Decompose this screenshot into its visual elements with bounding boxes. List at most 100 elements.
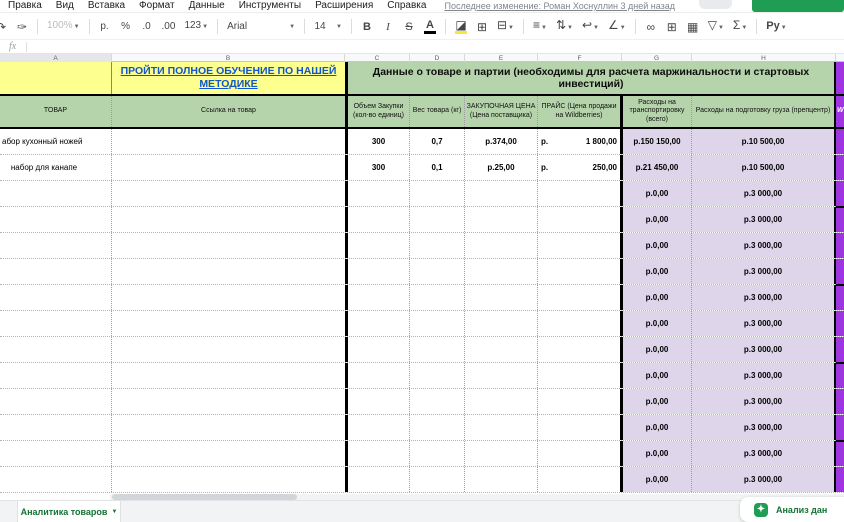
column-header-e[interactable]: E	[465, 54, 538, 62]
addon-button[interactable]: Ру▼	[766, 19, 786, 35]
increase-decimals-button[interactable]: .00	[162, 20, 176, 34]
header-prep-cost[interactable]: Расходы на подготовку груза (препцентр)	[692, 96, 834, 127]
cell-i-clipped[interactable]	[836, 363, 844, 388]
cell-product-link[interactable]	[112, 467, 345, 492]
section-title-cell[interactable]: Данные о товаре и партии (необходимы для…	[348, 62, 834, 94]
cell-volume[interactable]: 300	[348, 129, 410, 154]
cell-i1[interactable]	[836, 62, 844, 94]
italic-button[interactable]: I	[382, 20, 394, 34]
cell-weight[interactable]	[410, 467, 465, 492]
cell-product[interactable]: набор для канапе	[0, 155, 112, 180]
cell-transport-cost[interactable]: р.0,00	[623, 441, 692, 466]
cell-purchase-price[interactable]: р.374,00	[465, 129, 538, 154]
cell-product[interactable]: абор кухонный ножей	[0, 129, 112, 154]
cell-weight[interactable]	[410, 233, 465, 258]
cell-weight[interactable]	[410, 389, 465, 414]
font-select[interactable]: Arial	[227, 20, 279, 34]
cell-purchase-price[interactable]	[465, 181, 538, 206]
cell-price[interactable]	[538, 285, 620, 310]
cell-product-link[interactable]	[112, 207, 345, 232]
text-rotation-icon[interactable]: ∠▼	[608, 18, 626, 35]
cell-prep-cost[interactable]: р.3 000,00	[692, 337, 834, 362]
insert-link-icon[interactable]: ∞	[645, 20, 657, 34]
sheet-tab-active[interactable]: Аналитика товаров ▼	[17, 501, 121, 522]
cell-transport-cost[interactable]: р.21 450,00	[623, 155, 692, 180]
column-header-d[interactable]: D	[410, 54, 465, 62]
cell-price[interactable]	[538, 441, 620, 466]
header-product-link[interactable]: Ссылка на товар	[112, 96, 345, 127]
redo-icon[interactable]: ↷	[0, 20, 7, 34]
font-size-select[interactable]: 14	[314, 20, 326, 34]
cell-i-clipped[interactable]	[836, 337, 844, 362]
last-edit-link[interactable]: Последнее изменение: Роман Хоснуллин 3 д…	[444, 0, 675, 12]
cell-price[interactable]	[538, 389, 620, 414]
cell-product-link[interactable]	[112, 363, 345, 388]
bold-button[interactable]: B	[361, 20, 373, 34]
cell-purchase-price[interactable]	[465, 285, 538, 310]
cell-transport-cost[interactable]: р.0,00	[623, 363, 692, 388]
cell-i-clipped[interactable]	[836, 441, 844, 466]
cell-transport-cost[interactable]: р.0,00	[623, 337, 692, 362]
cell-volume[interactable]	[348, 207, 410, 232]
cell-product[interactable]	[0, 441, 112, 466]
cell-prep-cost[interactable]: р.3 000,00	[692, 467, 834, 492]
share-button[interactable]	[752, 0, 844, 12]
cell-b1-course-link[interactable]: ПРОЙТИ ПОЛНОЕ ОБУЧЕНИЕ ПО НАШЕЙ МЕТОДИКЕ	[112, 62, 345, 94]
cell-price[interactable]	[538, 363, 620, 388]
cell-product-link[interactable]	[112, 181, 345, 206]
decrease-decimals-button[interactable]: .0	[141, 20, 153, 34]
cell-prep-cost[interactable]: р.3 000,00	[692, 285, 834, 310]
column-header-h[interactable]: H	[692, 54, 836, 62]
cell-i-clipped[interactable]	[836, 311, 844, 336]
cell-prep-cost[interactable]: р.3 000,00	[692, 441, 834, 466]
insert-chart-icon[interactable]: ▦	[687, 20, 699, 34]
cell-product[interactable]	[0, 415, 112, 440]
cell-price[interactable]: р. 1 800,00	[538, 129, 620, 154]
cell-purchase-price[interactable]	[465, 233, 538, 258]
cell-volume[interactable]	[348, 467, 410, 492]
cell-i-clipped[interactable]	[836, 129, 844, 154]
menu-help[interactable]: Справка	[387, 0, 426, 12]
cell-volume[interactable]	[348, 441, 410, 466]
cell-product[interactable]	[0, 259, 112, 284]
menu-edit[interactable]: Правка	[8, 0, 42, 12]
header-product[interactable]: ТОВАР	[0, 96, 112, 127]
cell-volume[interactable]	[348, 389, 410, 414]
cell-i-clipped[interactable]	[836, 285, 844, 310]
cell-weight[interactable]	[410, 363, 465, 388]
cell-product[interactable]	[0, 233, 112, 258]
cell-transport-cost[interactable]: р.0,00	[623, 207, 692, 232]
cell-weight[interactable]	[410, 207, 465, 232]
cell-weight[interactable]	[410, 311, 465, 336]
cell-product[interactable]	[0, 181, 112, 206]
cell-prep-cost[interactable]: р.3 000,00	[692, 311, 834, 336]
cell-transport-cost[interactable]: р.0,00	[623, 389, 692, 414]
cell-weight[interactable]	[410, 181, 465, 206]
cell-weight[interactable]	[410, 259, 465, 284]
cell-weight[interactable]	[410, 285, 465, 310]
cell-volume[interactable]	[348, 363, 410, 388]
column-header-c[interactable]: C	[345, 54, 410, 62]
cell-i-clipped[interactable]	[836, 467, 844, 492]
cell-prep-cost[interactable]: р.10 500,00	[692, 129, 834, 154]
column-header-b[interactable]: B	[112, 54, 345, 62]
cell-price[interactable]	[538, 207, 620, 232]
cell-volume[interactable]	[348, 259, 410, 284]
cell-transport-cost[interactable]: р.0,00	[623, 467, 692, 492]
cell-price[interactable]	[538, 259, 620, 284]
cell-i-clipped[interactable]	[836, 415, 844, 440]
filter-icon[interactable]: ▽▼	[708, 18, 724, 35]
zoom-select[interactable]: 100%▼	[47, 19, 80, 34]
cell-volume[interactable]	[348, 285, 410, 310]
cell-volume[interactable]	[348, 181, 410, 206]
cell-weight[interactable]: 0,1	[410, 155, 465, 180]
sheet-tab-menu-icon[interactable]: ▼	[111, 509, 117, 515]
functions-icon[interactable]: Σ▼	[733, 18, 747, 35]
cell-price[interactable]	[538, 311, 620, 336]
cell-transport-cost[interactable]: р.0,00	[623, 233, 692, 258]
cell-transport-cost[interactable]: р.0,00	[623, 259, 692, 284]
strikethrough-button[interactable]: S	[403, 20, 415, 34]
borders-icon[interactable]: ⊞	[476, 20, 488, 34]
cell-product-link[interactable]	[112, 129, 345, 154]
column-header-g[interactable]: G	[622, 54, 692, 62]
